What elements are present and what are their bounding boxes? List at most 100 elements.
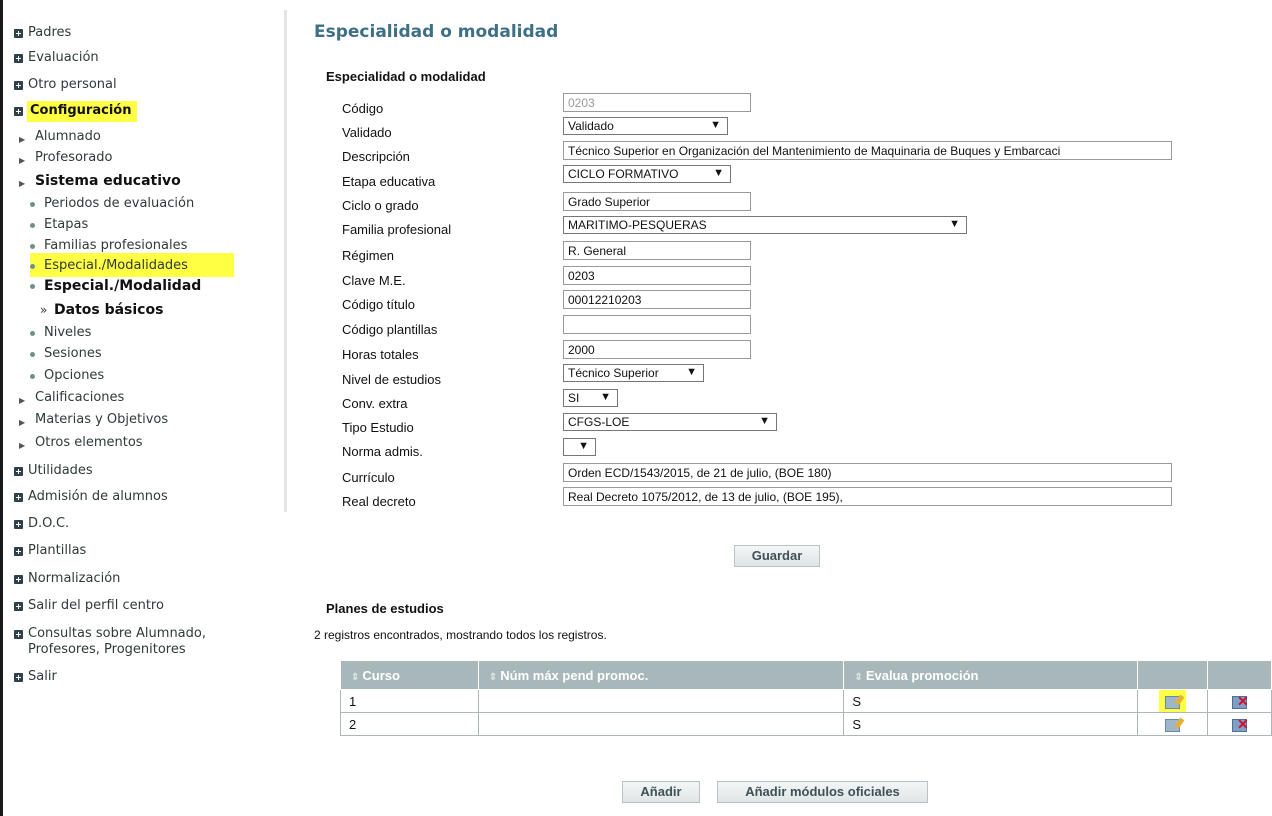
label-descripcion: Descripción — [342, 149, 410, 164]
chevron-down-icon: ▼ — [759, 415, 770, 427]
table-row: 1 S ✕ — [340, 689, 1272, 713]
label-horas: Horas totales — [342, 347, 419, 362]
triangle-right-icon: ▶ — [19, 441, 26, 450]
bullet-icon — [30, 352, 35, 357]
triangle-right-icon: ▶ — [19, 135, 26, 144]
label-real-decreto: Real decreto — [342, 494, 416, 509]
regimen-field[interactable]: R. General — [563, 241, 751, 260]
label-clave: Clave M.E. — [342, 273, 406, 288]
plus-square-icon — [14, 467, 23, 476]
cell-edit — [1137, 689, 1209, 713]
etapa-select[interactable]: CICLO FORMATIVO ▼ — [563, 165, 731, 183]
curriculo-field[interactable]: Orden ECD/1543/2015, de 21 de julio, (BO… — [563, 463, 1172, 482]
planes-table: ⇕ Curso ⇕ Núm máx pend promoc. ⇕ Evalua pro… — [340, 660, 1272, 736]
norma-select[interactable]: ▼ — [563, 438, 596, 456]
cell-evalua: S — [843, 712, 1139, 736]
label-nivel: Nivel de estudios — [342, 372, 441, 387]
label-ciclo: Ciclo o grado — [342, 198, 419, 213]
bullet-icon — [30, 244, 35, 249]
triangle-right-icon: ▶ — [19, 156, 26, 165]
col-evalua[interactable]: ⇕ Evalua promoción — [843, 660, 1139, 690]
table-row: 2 S ✕ — [340, 712, 1272, 736]
descripcion-field[interactable]: Técnico Superior en Organización del Man… — [563, 141, 1172, 160]
familia-select[interactable]: MARITIMO-PESQUERAS ▼ — [563, 216, 967, 234]
plus-square-icon — [14, 81, 23, 90]
plus-square-icon — [14, 673, 23, 682]
codigo-field[interactable]: 0203 — [563, 93, 751, 112]
add-button[interactable]: Añadir — [622, 781, 700, 803]
sort-icon: ⇕ — [854, 671, 863, 683]
label-regimen: Régimen — [342, 248, 395, 263]
cell-num-max — [477, 689, 845, 713]
plus-square-icon — [14, 520, 23, 529]
plus-square-icon — [14, 29, 23, 38]
sidebar-divider — [284, 10, 287, 512]
minus-square-icon — [14, 107, 23, 116]
horas-field[interactable]: 2000 — [563, 340, 751, 359]
form-section-title: Especialidad o modalidad — [326, 69, 486, 84]
delete-icon[interactable]: ✕ — [1232, 693, 1249, 709]
cell-delete: ✕ — [1207, 689, 1272, 713]
label-tipo: Tipo Estudio — [342, 420, 414, 435]
bullet-icon — [30, 374, 35, 379]
label-codigo: Código — [342, 101, 384, 116]
conv-select[interactable]: SI ▼ — [563, 389, 618, 407]
validado-select[interactable]: Validado ▼ — [563, 117, 728, 135]
chevron-down-icon: ▼ — [578, 440, 589, 452]
records-info: 2 registros encontrados, mostrando todos… — [314, 628, 607, 642]
plus-square-icon — [14, 493, 23, 502]
label-conv: Conv. extra — [342, 396, 408, 411]
codigo-titulo-field[interactable]: 00012210203 — [563, 290, 751, 309]
triangle-right-icon: ▶ — [19, 418, 26, 427]
cell-curso: 2 — [340, 712, 479, 736]
bullet-icon — [30, 264, 35, 269]
planes-section-title: Planes de estudios — [326, 601, 444, 616]
label-familia: Familia profesional — [342, 222, 452, 237]
label-norma: Norma admis. — [342, 444, 423, 459]
window-edge — [0, 0, 3, 816]
bullet-icon — [30, 284, 35, 289]
tipo-select[interactable]: CFGS-LOE ▼ — [563, 413, 777, 431]
cell-num-max — [477, 712, 845, 736]
double-chevron-icon: » — [40, 303, 48, 317]
triangle-right-icon: ▶ — [19, 179, 26, 188]
add-oficiales-button[interactable]: Añadir módulos oficiales — [717, 781, 928, 803]
edit-highlight — [1159, 690, 1187, 712]
page-title: Especialidad o modalidad — [314, 22, 559, 42]
codigo-plantillas-field[interactable] — [563, 315, 751, 334]
delete-icon[interactable]: ✕ — [1232, 716, 1249, 732]
col-curso[interactable]: ⇕ Curso — [340, 660, 479, 690]
bullet-icon — [30, 223, 35, 228]
plus-square-icon — [14, 602, 23, 611]
real-decreto-field[interactable]: Real Decreto 1075/2012, de 13 de julio, … — [563, 487, 1172, 506]
nivel-select[interactable]: Técnico Superior ▼ — [563, 364, 704, 382]
chevron-down-icon: ▼ — [710, 119, 721, 131]
edit-icon[interactable] — [1165, 695, 1181, 709]
label-codigo-titulo: Código título — [342, 297, 415, 312]
cell-evalua: S — [843, 689, 1139, 713]
table-header-row: ⇕ Curso ⇕ Núm máx pend promoc. ⇕ Evalua pro… — [340, 660, 1272, 690]
sidebar-item-especial-modalidades[interactable]: Especial./Modalidades — [30, 253, 234, 277]
label-etapa: Etapa educativa — [342, 174, 436, 189]
label-curriculo: Currículo — [342, 470, 395, 485]
label-validado: Validado — [342, 125, 392, 140]
save-button[interactable]: Guardar — [734, 545, 820, 567]
cell-edit — [1137, 712, 1209, 736]
edit-icon[interactable] — [1165, 718, 1181, 732]
bullet-icon — [30, 331, 35, 336]
ciclo-field[interactable]: Grado Superior — [563, 192, 751, 211]
plus-square-icon — [14, 630, 23, 639]
cell-curso: 1 — [340, 689, 479, 713]
chevron-down-icon: ▼ — [686, 366, 697, 378]
clave-field[interactable]: 0203 — [563, 266, 751, 285]
cell-delete: ✕ — [1207, 712, 1272, 736]
plus-square-icon — [14, 547, 23, 556]
sort-icon: ⇕ — [351, 671, 360, 683]
triangle-right-icon: ▶ — [19, 396, 26, 405]
chevron-down-icon: ▼ — [713, 167, 724, 179]
bullet-icon — [30, 202, 35, 207]
col-edit — [1137, 660, 1209, 690]
col-num-max[interactable]: ⇕ Núm máx pend promoc. — [477, 660, 845, 690]
plus-square-icon — [14, 575, 23, 584]
col-delete — [1207, 660, 1272, 690]
